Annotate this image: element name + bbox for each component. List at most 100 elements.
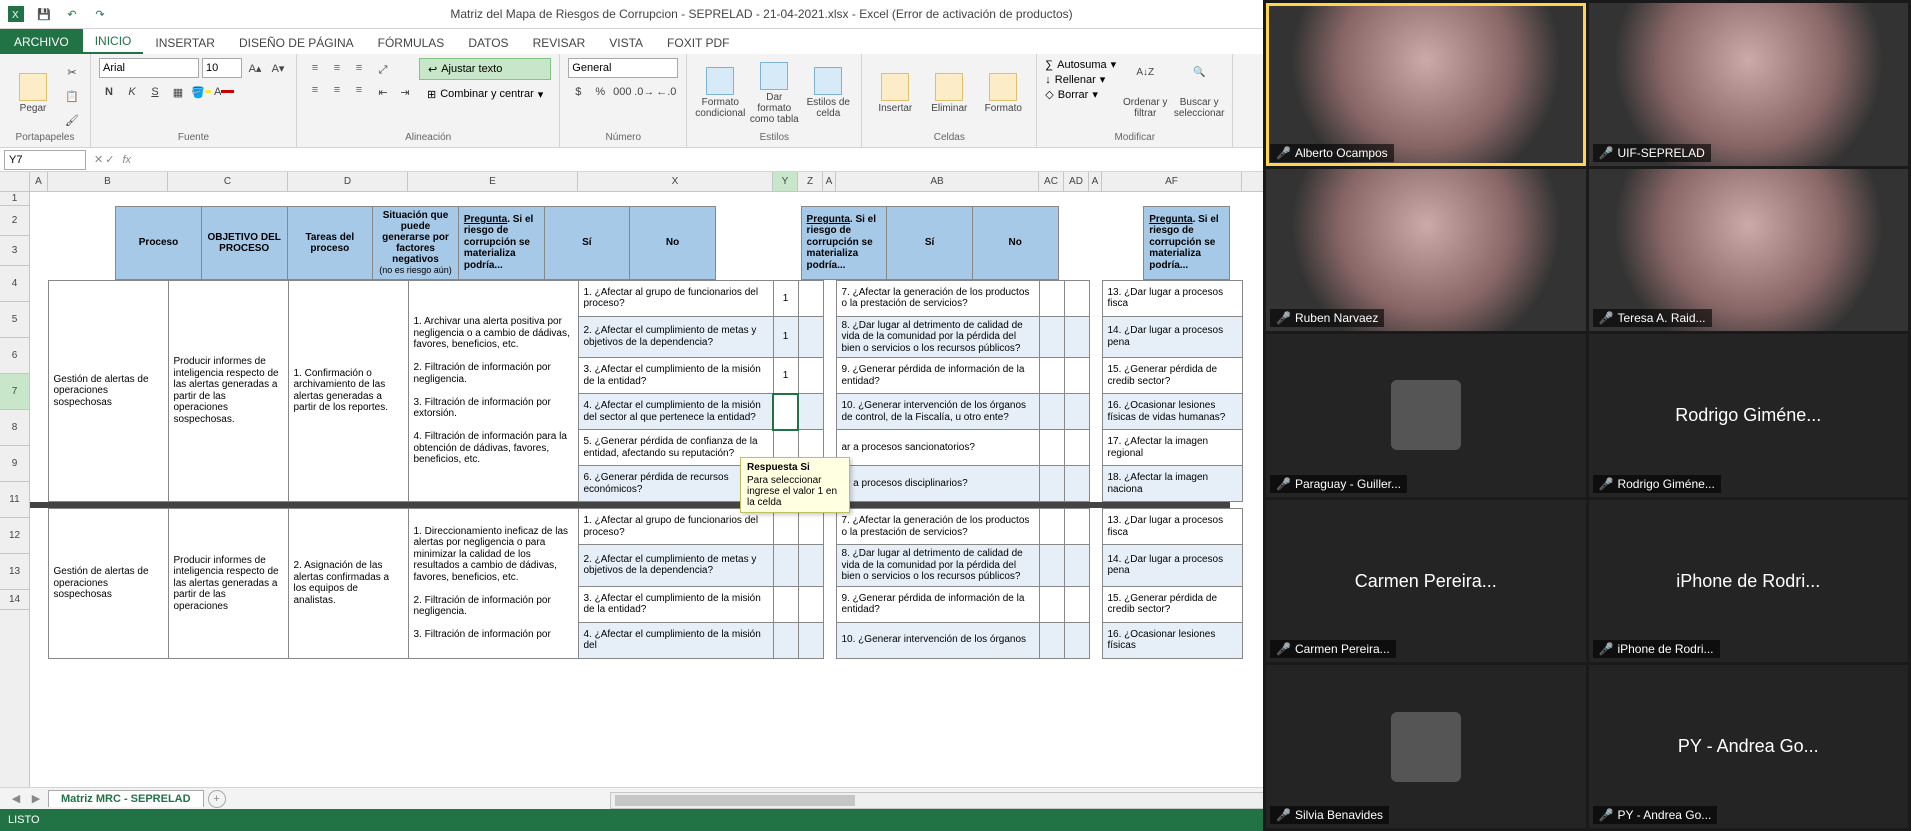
autosum-button[interactable]: ∑ Autosuma ▾ [1045, 58, 1116, 71]
col-header-Z[interactable]: Z [798, 172, 823, 191]
tab-inicio[interactable]: INICIO [83, 30, 144, 54]
participant-tile[interactable]: 🎤Silvia Benavides [1266, 665, 1586, 828]
redo-icon[interactable]: ↷ [88, 3, 112, 25]
copy-icon[interactable]: 📋 [62, 86, 82, 106]
merge-center-button[interactable]: ⊞Combinar y centrar ▾ [419, 83, 551, 105]
number-format-select[interactable] [568, 58, 678, 78]
row-header-11[interactable]: 11 [0, 482, 29, 518]
fill-color-icon[interactable]: 🪣 [191, 82, 211, 102]
participant-tile[interactable]: 🎤Ruben Narvaez [1266, 169, 1586, 332]
enter-fx-icon[interactable]: ✓ [105, 153, 114, 166]
insert-cells-button[interactable]: Insertar [870, 58, 920, 128]
cell-styles-button[interactable]: Estilos de celda [803, 58, 853, 128]
percent-icon[interactable]: % [590, 82, 610, 102]
col-header-D[interactable]: D [288, 172, 408, 191]
row-header-2[interactable]: 2 [0, 206, 29, 236]
participant-tile[interactable]: Carmen Pereira...🎤Carmen Pereira... [1266, 500, 1586, 663]
row-header-3[interactable]: 3 [0, 236, 29, 266]
sheet-nav-next-icon[interactable]: ▶ [28, 792, 44, 805]
insert-icon [881, 73, 909, 101]
col-header-X[interactable]: X [578, 172, 773, 191]
col-header-E[interactable]: E [408, 172, 578, 191]
participant-tile[interactable]: 🎤UIF-SEPRELAD [1589, 3, 1909, 166]
col-header-AD[interactable]: AD [1064, 172, 1089, 191]
select-all-corner[interactable] [0, 172, 30, 191]
add-sheet-button[interactable]: + [208, 790, 226, 808]
participant-avatar-icon [1391, 712, 1461, 782]
shrink-font-icon[interactable]: A▾ [268, 58, 288, 78]
currency-icon[interactable]: $ [568, 82, 588, 102]
decrease-indent-icon[interactable]: ⇤ [373, 82, 393, 102]
col-header-B[interactable]: B [48, 172, 168, 191]
group-number: $ % 000 .0→ ←.0 Número [560, 54, 687, 147]
font-size-input[interactable] [202, 58, 242, 78]
row-headers[interactable]: 12345678911121314 [0, 192, 30, 787]
grow-font-icon[interactable]: A▴ [245, 58, 265, 78]
comma-icon[interactable]: 000 [612, 82, 632, 102]
row-header-7[interactable]: 7 [0, 374, 29, 410]
tab-insertar[interactable]: INSERTAR [143, 32, 227, 54]
clear-button[interactable]: ◇ Borrar ▾ [1045, 88, 1116, 101]
row-header-14[interactable]: 14 [0, 590, 29, 610]
paste-button[interactable]: Pegar [8, 58, 58, 128]
fill-button[interactable]: ↓ Rellenar ▾ [1045, 73, 1116, 86]
tab-vista[interactable]: VISTA [597, 32, 655, 54]
participant-tile[interactable]: Rodrigo Giméne...🎤Rodrigo Giméne... [1589, 334, 1909, 497]
row-header-6[interactable]: 6 [0, 338, 29, 374]
col-header-AC[interactable]: AC [1039, 172, 1064, 191]
row-header-4[interactable]: 4 [0, 266, 29, 302]
delete-cells-button[interactable]: Eliminar [924, 58, 974, 128]
col-header-A[interactable]: A [30, 172, 48, 191]
cancel-fx-icon[interactable]: ✕ [94, 153, 103, 166]
wrap-text-button[interactable]: ↩Ajustar texto [419, 58, 551, 80]
font-color-icon[interactable]: A [214, 82, 234, 102]
participant-tile[interactable]: 🎤Teresa A. Raid... [1589, 169, 1909, 332]
alignment-buttons[interactable]: ≡≡≡ ≡≡≡ [305, 58, 369, 100]
border-icon[interactable]: ▦ [168, 82, 188, 102]
conditional-format-button[interactable]: Formato condicional [695, 58, 745, 128]
undo-icon[interactable]: ↶ [60, 3, 84, 25]
font-name-input[interactable] [99, 58, 199, 78]
participant-tile[interactable]: PY - Andrea Go...🎤PY - Andrea Go... [1589, 665, 1909, 828]
row-header-8[interactable]: 8 [0, 410, 29, 446]
cut-icon[interactable]: ✂ [62, 62, 82, 82]
increase-indent-icon[interactable]: ⇥ [395, 82, 415, 102]
increase-decimal-icon[interactable]: .0→ [634, 82, 654, 102]
col-header-C[interactable]: C [168, 172, 288, 191]
row-header-13[interactable]: 13 [0, 554, 29, 590]
tab-datos[interactable]: DATOS [456, 32, 520, 54]
participant-tile[interactable]: iPhone de Rodri...🎤iPhone de Rodri... [1589, 500, 1909, 663]
conditional-format-icon [706, 67, 734, 95]
save-icon[interactable]: 💾 [32, 3, 56, 25]
decrease-decimal-icon[interactable]: ←.0 [656, 82, 676, 102]
tab-file[interactable]: ARCHIVO [0, 29, 83, 54]
participant-tile[interactable]: 🎤Paraguay - Guiller... [1266, 334, 1586, 497]
row-header-9[interactable]: 9 [0, 446, 29, 482]
format-painter-icon[interactable]: 🖌 [62, 110, 82, 130]
row-header-12[interactable]: 12 [0, 518, 29, 554]
sheet-nav-prev-icon[interactable]: ◀ [8, 792, 24, 805]
format-table-button[interactable]: Dar formato como tabla [749, 58, 799, 128]
col-header-A[interactable]: A [823, 172, 836, 191]
sheet-tab-active[interactable]: Matriz MRC - SEPRELAD [48, 790, 204, 807]
row-header-1[interactable]: 1 [0, 192, 29, 206]
orientation-icon[interactable]: ⤢ [373, 60, 393, 80]
row-header-5[interactable]: 5 [0, 302, 29, 338]
fx-icon[interactable]: fx [118, 154, 135, 166]
find-select-button[interactable]: 🔍Buscar y seleccionar [1174, 58, 1224, 128]
bold-button[interactable]: N [99, 82, 119, 102]
col-header-AF[interactable]: AF [1102, 172, 1242, 191]
col-header-AB[interactable]: AB [836, 172, 1039, 191]
tab-foxit[interactable]: Foxit PDF [655, 32, 741, 54]
underline-button[interactable]: S [145, 82, 165, 102]
italic-button[interactable]: K [122, 82, 142, 102]
format-cells-button[interactable]: Formato [978, 58, 1028, 128]
tab-diseno[interactable]: DISEÑO DE PÁGINA [227, 32, 366, 54]
tab-revisar[interactable]: REVISAR [521, 32, 598, 54]
col-header-Y[interactable]: Y [773, 172, 798, 191]
tab-formulas[interactable]: FÓRMULAS [366, 32, 457, 54]
participant-tile[interactable]: 🎤Alberto Ocampos [1266, 3, 1586, 166]
name-box[interactable] [4, 150, 86, 170]
sort-filter-button[interactable]: A↓ZOrdenar y filtrar [1120, 58, 1170, 128]
col-header-A[interactable]: A [1089, 172, 1102, 191]
